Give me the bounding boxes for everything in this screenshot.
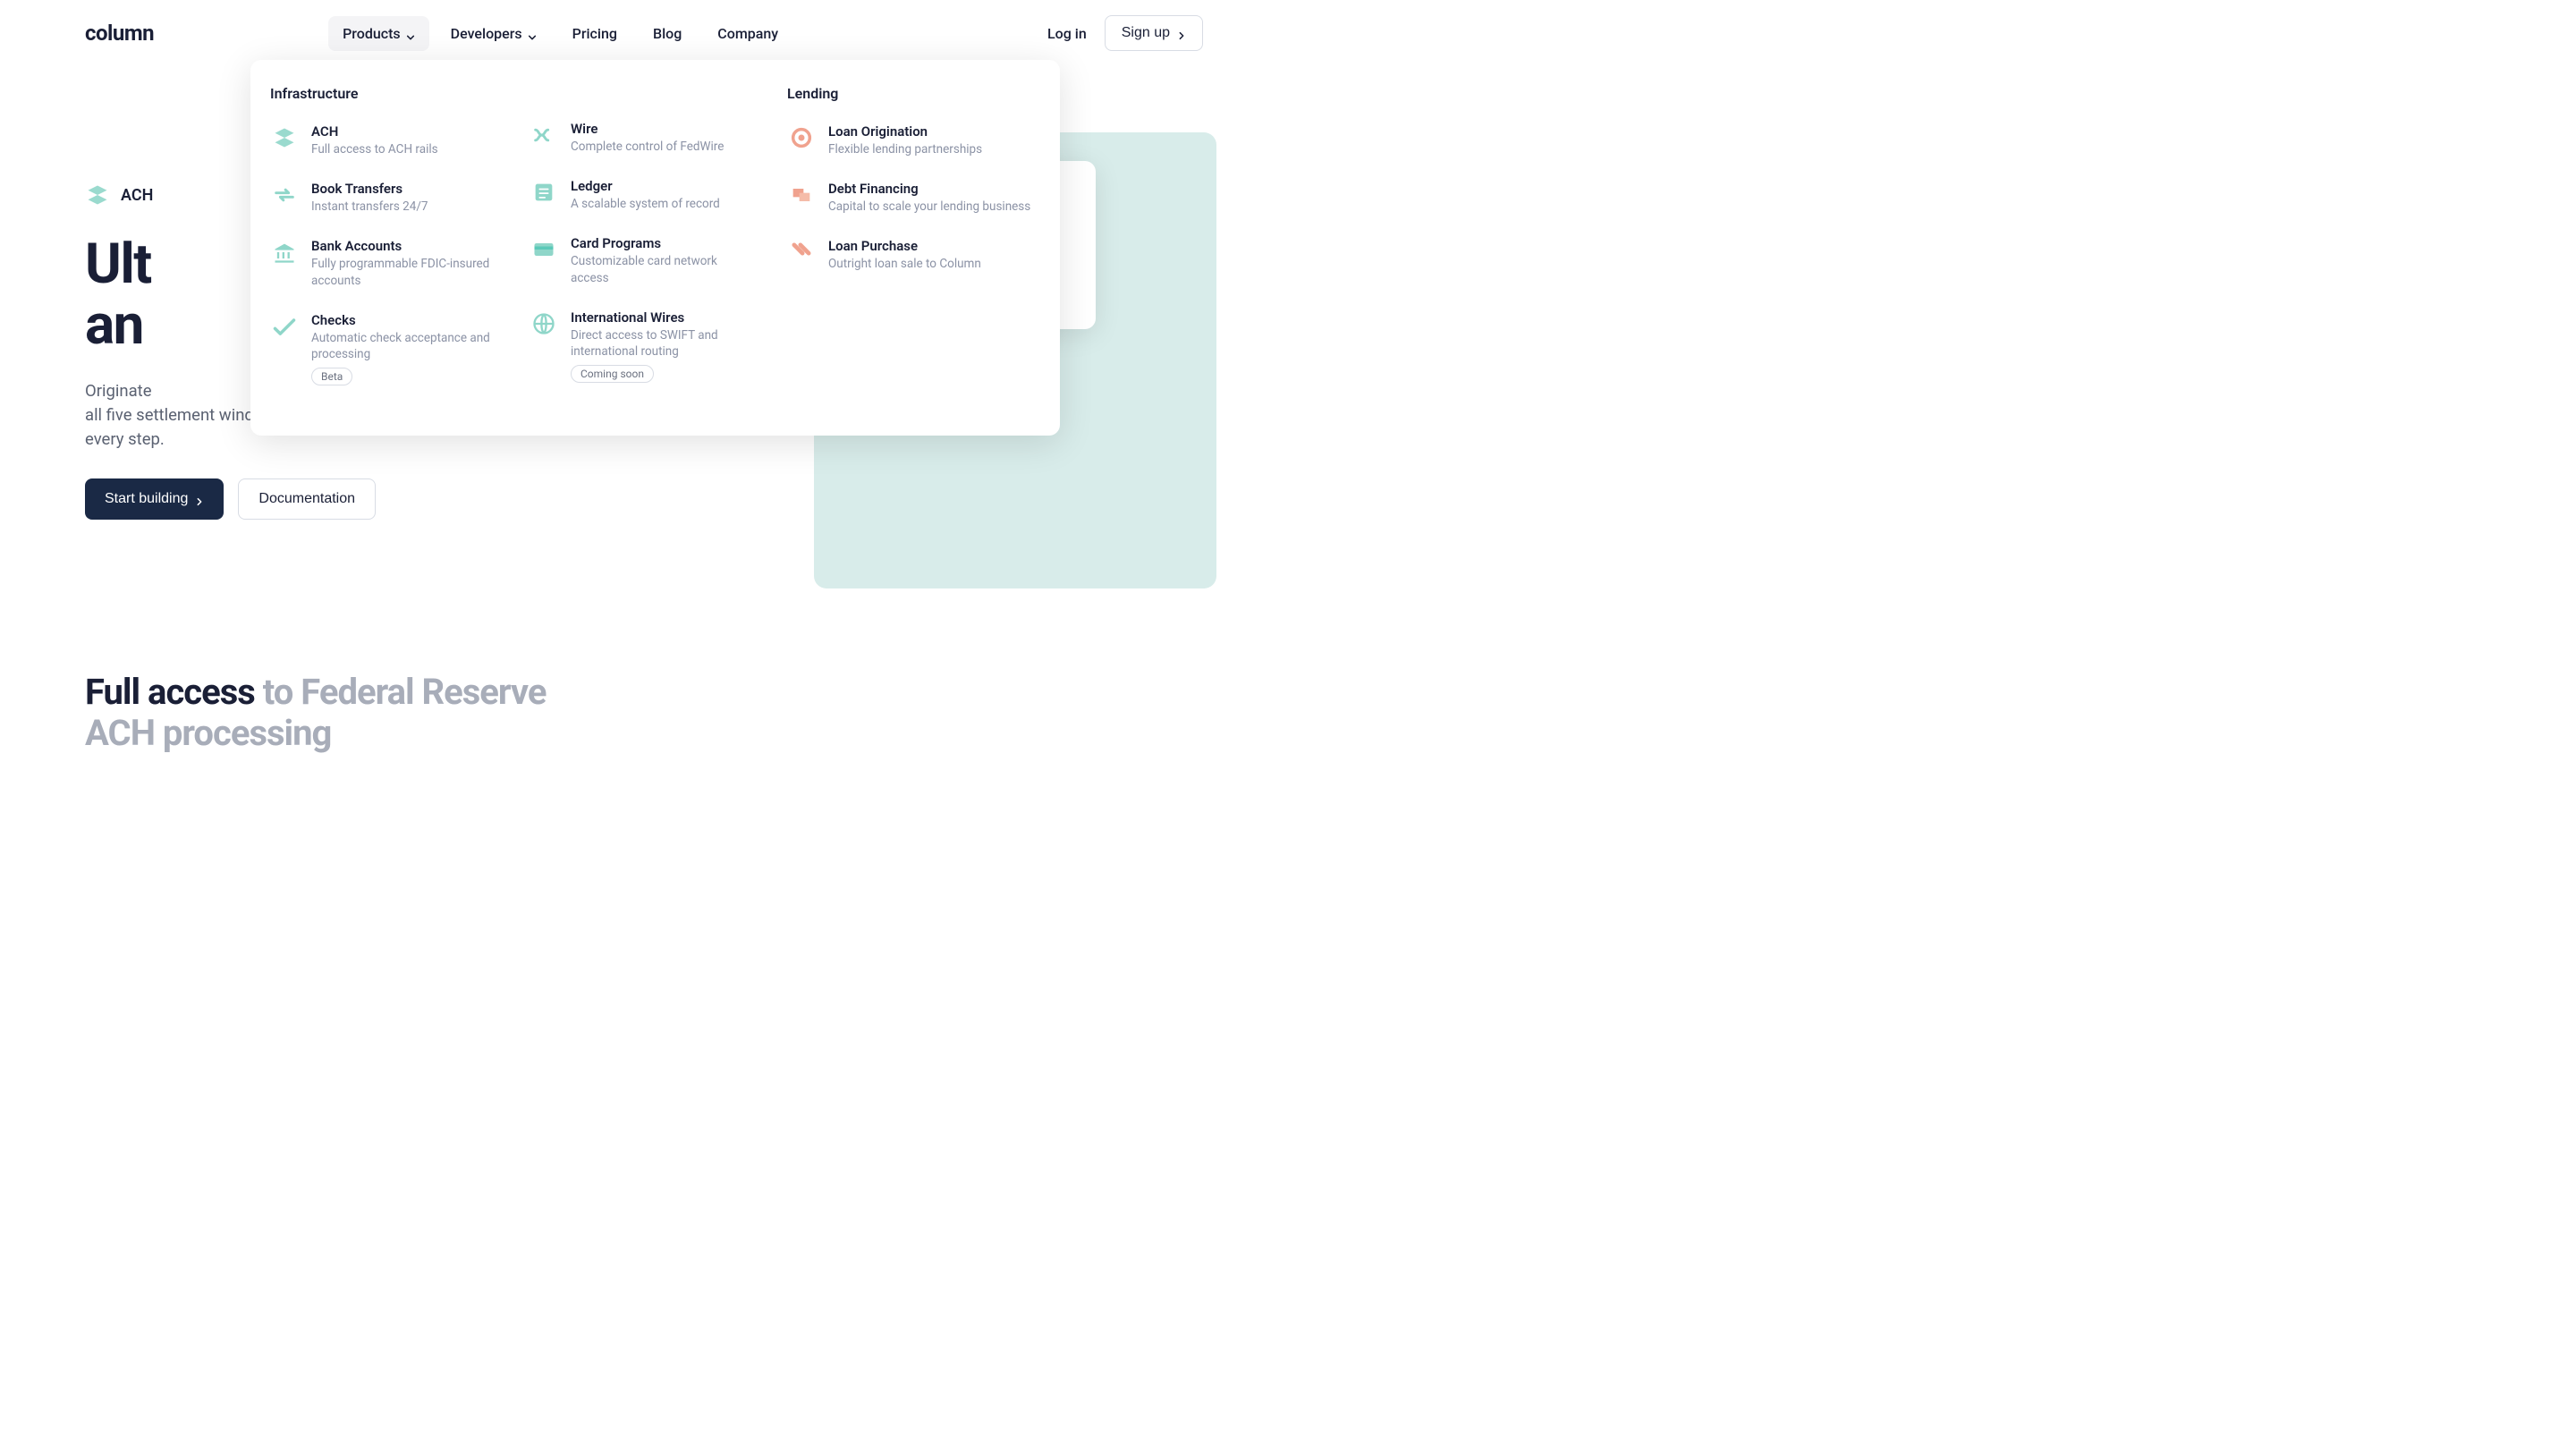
documentation-label: Documentation [258,491,355,506]
chevron-right-icon [195,495,204,504]
menu-item-card-programs[interactable]: Card Programs Customizable card network … [530,235,750,285]
heading-light-1: to Federal Reserve [255,671,547,713]
ledger-icon [530,178,558,207]
wire-icon [530,121,558,149]
menu-item-loan-origination[interactable]: Loan Origination Flexible lending partne… [787,123,1036,157]
menu-item-desc: Direct access to SWIFT and international… [571,327,750,360]
heading-light-2: ACH processing [85,712,331,754]
check-icon [270,312,299,341]
menu-item-title: International Wires [571,309,750,326]
menu-item-desc: Complete control of FedWire [571,139,724,155]
menu-item-debt-financing[interactable]: Debt Financing Capital to scale your len… [787,181,1036,215]
menu-item-desc: Fully programmable FDIC-insured accounts [311,256,490,288]
hero-badge-text: ACH [121,186,153,205]
menu-item-title: Loan Origination [828,123,982,140]
menu-item-desc: A scalable system of record [571,196,720,212]
coming-soon-badge: Coming soon [571,365,654,383]
logo-text: column [85,21,154,46]
layers-icon [85,182,110,207]
menu-section-lending: Lending [787,85,1036,102]
hero-title-line2: an [85,292,143,358]
products-mega-menu: Infrastructure ACH Full access to ACH ra… [250,60,1060,436]
start-building-button[interactable]: Start building [85,478,224,520]
menu-item-title: ACH [311,123,438,140]
header: column Products Developers Pricing Blog … [0,0,1288,66]
origination-icon [787,123,816,152]
menu-item-ach[interactable]: ACH Full access to ACH rails [270,123,490,157]
chevron-down-icon [528,29,537,38]
menu-item-desc: Automatic check acceptance and processin… [311,330,490,362]
menu-col-infrastructure-2: Wire Complete control of FedWire Ledger … [510,85,769,409]
menu-col-lending: Lending Loan Origination Flexible lendin… [769,85,1055,409]
nav-pricing-label: Pricing [572,25,617,42]
nav-blog-label: Blog [653,25,682,42]
logo[interactable]: column [85,21,154,46]
menu-item-international-wires[interactable]: International Wires Direct access to SWI… [530,309,750,383]
menu-section-infrastructure: Infrastructure [270,85,490,102]
hero-title-line1: Ult [85,232,151,297]
nav-developers[interactable]: Developers [436,16,551,51]
globe-icon [530,309,558,338]
menu-item-checks[interactable]: Checks Automatic check acceptance and pr… [270,312,490,385]
menu-item-title: Checks [311,312,490,328]
nav-pricing[interactable]: Pricing [558,16,631,51]
financing-icon [787,181,816,209]
menu-col-infrastructure-1: Infrastructure ACH Full access to ACH ra… [250,85,510,409]
beta-badge: Beta [311,368,352,385]
menu-item-loan-purchase[interactable]: Loan Purchase Outright loan sale to Colu… [787,238,1036,272]
menu-item-desc: Outright loan sale to Column [828,256,981,272]
heading-dark: Full access [85,671,255,713]
layers-icon [270,123,299,152]
login-link[interactable]: Log in [1047,25,1087,42]
menu-item-desc: Capital to scale your lending business [828,199,1030,215]
signup-label: Sign up [1122,25,1170,41]
documentation-button[interactable]: Documentation [238,478,376,520]
menu-item-title: Card Programs [571,235,750,251]
chevron-right-icon [1177,29,1186,38]
nav-developers-label: Developers [451,25,522,42]
nav-products[interactable]: Products [328,16,429,51]
main-nav: Products Developers Pricing Blog Company [328,16,792,51]
chevron-down-icon [406,29,415,38]
transfer-icon [270,181,299,209]
menu-item-title: Wire [571,121,724,137]
menu-item-desc: Customizable card network access [571,253,750,285]
nav-blog[interactable]: Blog [639,16,696,51]
menu-item-title: Bank Accounts [311,238,490,254]
start-building-label: Start building [105,491,188,507]
menu-item-ledger[interactable]: Ledger A scalable system of record [530,178,750,212]
signup-button[interactable]: Sign up [1105,15,1203,51]
menu-item-desc: Flexible lending partnerships [828,141,982,157]
header-right: Log in Sign up [1047,15,1203,51]
bank-icon [270,238,299,267]
menu-item-title: Debt Financing [828,181,1030,197]
menu-item-book-transfers[interactable]: Book Transfers Instant transfers 24/7 [270,181,490,215]
nav-products-label: Products [343,25,401,42]
menu-item-bank-accounts[interactable]: Bank Accounts Fully programmable FDIC-in… [270,238,490,288]
nav-company-label: Company [717,25,778,42]
menu-item-title: Loan Purchase [828,238,981,254]
purchase-icon [787,238,816,267]
section-heading: Full access to Federal Reserve ACH proce… [0,672,1288,754]
menu-item-wire[interactable]: Wire Complete control of FedWire [530,121,750,155]
nav-company[interactable]: Company [703,16,792,51]
card-icon [530,235,558,264]
menu-item-title: Ledger [571,178,720,194]
menu-item-desc: Full access to ACH rails [311,141,438,157]
menu-item-desc: Instant transfers 24/7 [311,199,428,215]
menu-item-title: Book Transfers [311,181,428,197]
